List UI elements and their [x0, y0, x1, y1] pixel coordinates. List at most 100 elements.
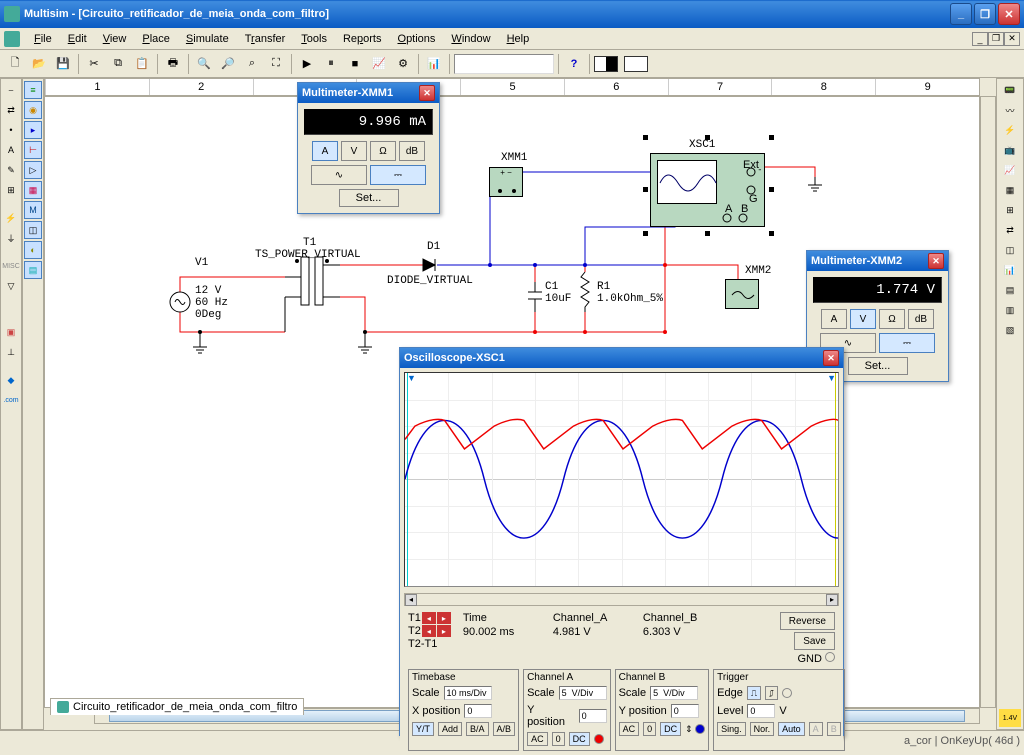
mm1-set-button[interactable]: Set... — [339, 189, 399, 207]
wordgen-tool-icon[interactable]: ▦ — [1001, 181, 1019, 199]
source-comp-icon[interactable]: ≡ — [24, 81, 42, 99]
osc-cha-color-indicator[interactable] — [594, 734, 604, 744]
menu-view[interactable]: View — [95, 31, 135, 47]
mm1-ohm-button[interactable]: Ω — [370, 141, 396, 161]
mm1-ac-button[interactable]: ∿ — [311, 165, 367, 185]
menu-window[interactable]: Window — [443, 31, 498, 47]
osc-t2-left-button[interactable]: ◂ — [422, 625, 436, 637]
mixed-comp-icon[interactable]: ◫ — [24, 221, 42, 239]
xsc1-instrument[interactable]: Ext_T G A B — [650, 153, 765, 227]
zoom-fit-icon[interactable]: ⛶ — [265, 53, 287, 75]
maximize-button[interactable]: ❐ — [974, 3, 996, 25]
osc-chb-dc-button[interactable]: DC — [660, 722, 681, 736]
osc-cha-scale-input[interactable] — [559, 686, 607, 700]
osc-cha-dc-button[interactable]: DC — [569, 732, 590, 746]
osc-level-input[interactable] — [747, 704, 775, 718]
selection-handle[interactable] — [643, 231, 648, 236]
menu-options[interactable]: Options — [390, 31, 444, 47]
new-file-icon[interactable]: 🗋 — [4, 53, 26, 75]
mm1-volt-button[interactable]: V — [341, 141, 367, 161]
osc-sing-button[interactable]: Sing. — [717, 722, 746, 736]
oscilloscope-tool-icon[interactable]: 📺 — [1001, 141, 1019, 159]
edu-tool-icon[interactable]: ◆ — [2, 371, 20, 389]
indicator-comp-icon[interactable]: ◐ — [24, 241, 42, 259]
osc-ba-button[interactable]: B/A — [466, 722, 489, 736]
document-tab[interactable]: Circuito_retificador_de_meia_onda_com_fi… — [50, 698, 304, 716]
osc-timebase-xpos-input[interactable] — [464, 704, 492, 718]
osc-cha-ypos-input[interactable] — [579, 709, 607, 723]
logicanalyzer-tool-icon[interactable]: ⊞ — [1001, 201, 1019, 219]
zoom-out-icon[interactable]: 🔎 — [217, 53, 239, 75]
stop-icon[interactable]: ■ — [344, 53, 366, 75]
tek-tool-icon[interactable]: ▧ — [1001, 321, 1019, 339]
pause-icon[interactable]: ⏸ — [320, 53, 342, 75]
oscilloscope-window[interactable]: Oscilloscope-XSC1 ✕ ▼ ▼ ◂ — [399, 347, 844, 736]
multimeter-tool-icon[interactable]: 📟 — [1001, 81, 1019, 99]
mm2-set-button[interactable]: Set... — [848, 357, 908, 375]
menu-help[interactable]: Help — [499, 31, 538, 47]
selection-handle[interactable] — [643, 187, 648, 192]
osc-reverse-button[interactable]: Reverse — [780, 612, 835, 630]
bode-tool-icon[interactable]: 📈 — [1001, 161, 1019, 179]
menu-simulate[interactable]: Simulate — [178, 31, 237, 47]
cmos-comp-icon[interactable]: M — [24, 201, 42, 219]
analog-comp-icon[interactable]: ▷ — [24, 161, 42, 179]
ruler-tool-icon[interactable]: ⊥ — [2, 343, 20, 361]
osc-chb-scale-input[interactable] — [650, 686, 698, 700]
osc-edge-rise-button[interactable]: ⎍ — [747, 686, 761, 700]
selection-handle[interactable] — [769, 135, 774, 140]
logicconv-tool-icon[interactable]: ⇄ — [1001, 221, 1019, 239]
mm2-ohm-button[interactable]: Ω — [879, 309, 905, 329]
selection-handle[interactable] — [643, 135, 648, 140]
transistor-comp-icon[interactable]: ⊢ — [24, 141, 42, 159]
grapher-icon[interactable]: 📊 — [423, 53, 445, 75]
simulation-switch[interactable] — [594, 56, 618, 72]
mm2-dc-button[interactable]: ⎓ — [879, 333, 935, 353]
osc-t2-right-button[interactable]: ▸ — [437, 625, 451, 637]
mm1-titlebar[interactable]: Multimeter-XMM1 ✕ — [298, 83, 439, 103]
probe-tool-icon[interactable]: ⚡ — [2, 209, 20, 227]
bus-tool-icon[interactable]: ⇄ — [2, 101, 20, 119]
multimeter-xmm1-window[interactable]: Multimeter-XMM1 ✕ 9.996 mA A V Ω dB ∿ ⎓ … — [297, 82, 440, 214]
close-button[interactable]: ✕ — [998, 3, 1020, 25]
analysis-icon[interactable]: 📈 — [368, 53, 390, 75]
spectrum-tool-icon[interactable]: 📊 — [1001, 261, 1019, 279]
cut-icon[interactable]: ✂ — [83, 53, 105, 75]
simulation-pause[interactable] — [624, 56, 648, 72]
mm2-db-button[interactable]: dB — [908, 309, 934, 329]
print-icon[interactable]: 🖶 — [162, 53, 184, 75]
menu-edit[interactable]: Edit — [60, 31, 95, 47]
mm1-dc-button[interactable]: ⎓ — [370, 165, 426, 185]
osc-auto-button[interactable]: Auto — [778, 722, 805, 736]
menu-tools[interactable]: Tools — [293, 31, 335, 47]
network-tool-icon[interactable]: ▤ — [1001, 281, 1019, 299]
mm2-titlebar[interactable]: Multimeter-XMM2 ✕ — [807, 251, 948, 271]
diode-comp-icon[interactable]: ▸ — [24, 121, 42, 139]
basic-comp-icon[interactable]: ◉ — [24, 101, 42, 119]
menu-reports[interactable]: Reports — [335, 31, 390, 47]
selection-handle[interactable] — [705, 231, 710, 236]
mdi-minimize-button[interactable]: _ — [972, 32, 988, 46]
osc-close-button[interactable]: ✕ — [823, 350, 839, 366]
zoom-in-icon[interactable]: 🔍 — [193, 53, 215, 75]
selection-handle[interactable] — [769, 187, 774, 192]
mm1-db-button[interactable]: dB — [399, 141, 425, 161]
mm2-volt-button[interactable]: V — [850, 309, 876, 329]
mm2-close-button[interactable]: ✕ — [928, 253, 944, 269]
mdi-restore-button[interactable]: ❐ — [988, 32, 1004, 46]
osc-gnd-indicator[interactable] — [825, 652, 835, 662]
osc-ab-button[interactable]: A/B — [493, 722, 516, 736]
menu-file[interactable]: File — [26, 31, 60, 47]
net-tool-icon[interactable]: ⊞ — [2, 181, 20, 199]
save-icon[interactable]: 💾 — [52, 53, 74, 75]
mm2-amp-button[interactable]: A — [821, 309, 847, 329]
misc-comp-icon[interactable]: ▤ — [24, 261, 42, 279]
wire-tool-icon[interactable]: ⎯ — [2, 81, 20, 99]
menu-place[interactable]: Place — [134, 31, 178, 47]
copy-icon[interactable]: ⧉ — [107, 53, 129, 75]
agilent-tool-icon[interactable]: ▥ — [1001, 301, 1019, 319]
open-file-icon[interactable]: 📂 — [28, 53, 50, 75]
help-icon[interactable]: ? — [563, 53, 585, 75]
osc-add-button[interactable]: Add — [438, 722, 462, 736]
osc-trigger-b-button[interactable]: B — [827, 722, 841, 736]
